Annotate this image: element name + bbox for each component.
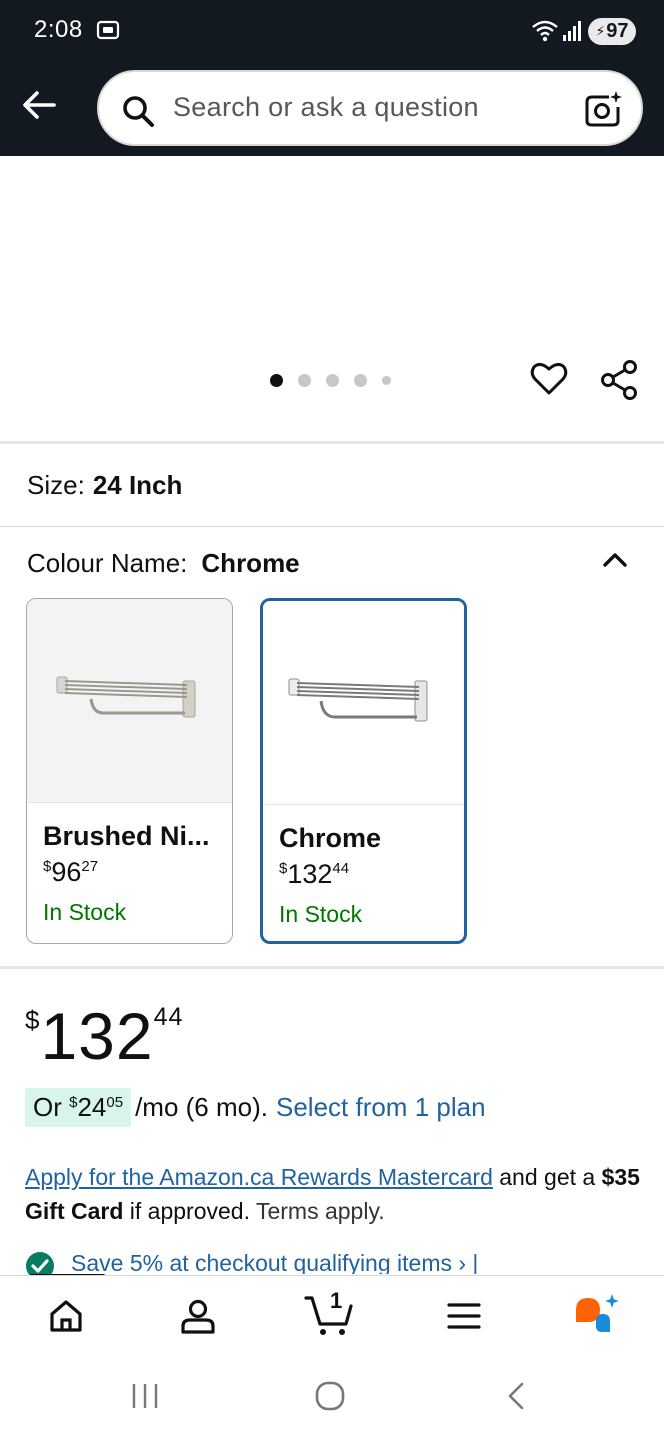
chevron-up-icon[interactable] [600,546,630,572]
colour-option-brushed-nickel[interactable]: Brushed Ni... $9627 In Stock [26,598,233,944]
savings-text: Save 5% at checkout qualifying items › | [71,1250,479,1274]
back-chevron-icon[interactable] [504,1381,528,1411]
installment-terms: /mo (6 mo). [135,1092,268,1122]
home-circle-icon[interactable] [314,1381,346,1411]
terms-text: Terms apply. [255,1198,385,1224]
product-image-gallery[interactable] [0,156,664,442]
select-plan-link[interactable]: Select from 1 plan [276,1092,486,1123]
colour-option-price: $13244 [279,859,350,889]
section-divider [0,441,664,444]
size-label: Size: [27,470,85,500]
recent-apps-icon[interactable] [130,1381,160,1411]
rufus-assistant-icon[interactable] [574,1294,622,1338]
heart-icon[interactable] [530,361,568,397]
savings-offer[interactable]: Save 5% at checkout qualifying items › | [25,1250,478,1274]
search-header: Search or ask a question [0,64,664,156]
colour-option-name: Chrome [279,823,382,853]
rewards-card-link[interactable]: Apply for the Amazon.ca Rewards Masterca… [25,1164,493,1190]
cart-count: 1 [330,1288,343,1313]
system-navigation-bar [0,1357,664,1440]
colour-selector-header[interactable]: Colour Name: Chrome [27,548,300,579]
gallery-dot [298,374,311,387]
colour-option-thumbnail [263,601,464,805]
product-price: $13244 [25,999,184,1073]
colour-option-thumbnail [27,599,232,803]
check-circle-icon [26,1252,54,1274]
towel-rack-image [288,678,428,722]
towel-rack-image [56,676,196,718]
cart-icon [304,1296,353,1335]
colour-option-chrome[interactable]: Chrome $13244 In Stock [260,598,467,944]
gallery-dot [354,374,367,387]
gallery-dot [382,376,391,385]
back-arrow-icon[interactable] [20,86,58,124]
section-divider [0,526,664,527]
installment-offer: Or $2405 /mo (6 mo). Select from 1 plan [25,1088,486,1127]
share-icon[interactable] [600,359,638,401]
account-icon[interactable] [178,1296,218,1336]
stock-status: In Stock [279,901,363,927]
gallery-dot [270,374,283,387]
size-selector[interactable]: Size: 24 Inch [27,470,182,501]
colour-option-name: Brushed Ni... [43,821,210,851]
screen-record-icon [96,20,120,40]
cart-button[interactable]: 1 [304,1288,354,1338]
camera-search-icon[interactable] [583,89,623,129]
colour-value: Chrome [201,548,300,578]
installment-price-badge: Or $2405 [25,1088,132,1127]
status-time: 2:08 [34,16,83,43]
rewards-card-offer: Apply for the Amazon.ca Rewards Masterca… [25,1164,640,1224]
size-value: 24 Inch [92,470,183,500]
status-bar: 2:08 ⚡ 97 [0,0,664,64]
gallery-pagination [270,374,391,387]
search-placeholder: Search or ask a question [173,92,479,122]
colour-option-price: $9627 [43,857,99,887]
section-divider [0,966,664,969]
colour-label: Colour Name: [27,548,188,578]
battery-icon: ⚡ 97 [588,18,636,45]
stock-status: In Stock [43,899,127,925]
wifi-icon [532,20,558,42]
signal-icon [563,21,581,41]
battery-level: 97 [606,20,629,42]
bottom-navigation: 1 [0,1275,664,1357]
home-icon[interactable] [46,1296,86,1336]
gallery-dot [326,374,339,387]
search-input[interactable]: Search or ask a question [97,70,643,146]
search-icon [123,96,154,127]
menu-icon[interactable] [444,1296,484,1336]
